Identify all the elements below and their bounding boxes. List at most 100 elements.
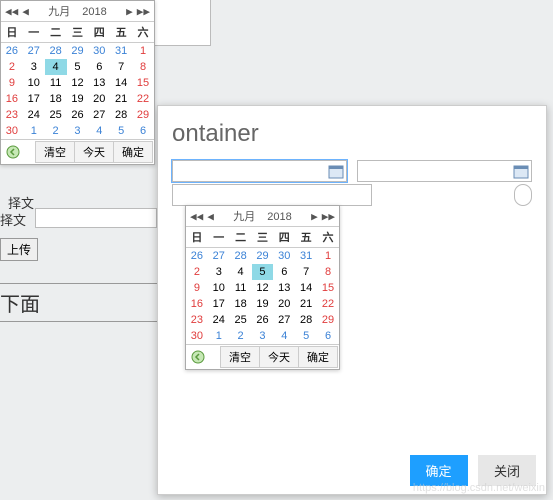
today-button[interactable]: 今天 bbox=[74, 141, 114, 163]
dp-title[interactable]: 九月2018 bbox=[31, 3, 124, 19]
day-cell[interactable]: 10 bbox=[208, 280, 230, 296]
next-year-button[interactable]: ▶▶ bbox=[320, 210, 337, 223]
day-cell[interactable]: 24 bbox=[23, 107, 45, 123]
back-icon[interactable] bbox=[190, 349, 206, 365]
day-cell[interactable]: 5 bbox=[110, 123, 132, 139]
day-cell[interactable]: 30 bbox=[88, 43, 110, 60]
day-cell[interactable]: 8 bbox=[317, 264, 339, 280]
day-cell[interactable]: 11 bbox=[45, 75, 67, 91]
day-cell[interactable]: 18 bbox=[45, 91, 67, 107]
date-input-2[interactable] bbox=[357, 160, 532, 182]
dp-ok-button[interactable]: 确定 bbox=[298, 346, 338, 368]
prev-year-button[interactable]: ◀◀ bbox=[3, 5, 20, 18]
next-year-button[interactable]: ▶▶ bbox=[135, 5, 152, 18]
day-cell[interactable]: 17 bbox=[208, 296, 230, 312]
day-cell[interactable]: 4 bbox=[230, 264, 252, 280]
day-cell[interactable]: 2 bbox=[186, 264, 208, 280]
day-cell[interactable]: 21 bbox=[110, 91, 132, 107]
day-cell[interactable]: 7 bbox=[295, 264, 317, 280]
day-cell[interactable]: 20 bbox=[88, 91, 110, 107]
day-cell[interactable]: 31 bbox=[295, 248, 317, 265]
day-cell[interactable]: 16 bbox=[186, 296, 208, 312]
day-cell[interactable]: 30 bbox=[273, 248, 295, 265]
day-cell[interactable]: 3 bbox=[23, 59, 45, 75]
clear-button[interactable]: 清空 bbox=[220, 346, 260, 368]
day-cell[interactable]: 19 bbox=[67, 91, 89, 107]
day-cell[interactable]: 2 bbox=[45, 123, 67, 139]
day-cell[interactable]: 6 bbox=[88, 59, 110, 75]
day-cell[interactable]: 1 bbox=[208, 328, 230, 344]
day-cell[interactable]: 13 bbox=[273, 280, 295, 296]
day-cell[interactable]: 15 bbox=[132, 75, 154, 91]
day-cell[interactable]: 23 bbox=[1, 107, 23, 123]
prev-year-button[interactable]: ◀◀ bbox=[188, 210, 205, 223]
day-cell[interactable]: 4 bbox=[88, 123, 110, 139]
day-cell[interactable]: 3 bbox=[252, 328, 274, 344]
back-icon[interactable] bbox=[5, 144, 21, 160]
day-cell[interactable]: 6 bbox=[132, 123, 154, 139]
day-cell[interactable]: 5 bbox=[67, 59, 89, 75]
day-cell[interactable]: 22 bbox=[132, 91, 154, 107]
day-cell[interactable]: 11 bbox=[230, 280, 252, 296]
day-cell[interactable]: 14 bbox=[110, 75, 132, 91]
close-button[interactable]: 关闭 bbox=[478, 455, 536, 486]
day-cell[interactable]: 29 bbox=[132, 107, 154, 123]
day-cell[interactable]: 3 bbox=[208, 264, 230, 280]
day-cell[interactable]: 21 bbox=[295, 296, 317, 312]
day-cell[interactable]: 7 bbox=[110, 59, 132, 75]
day-cell[interactable]: 27 bbox=[273, 312, 295, 328]
clear-button[interactable]: 清空 bbox=[35, 141, 75, 163]
day-cell[interactable]: 6 bbox=[273, 264, 295, 280]
day-cell[interactable]: 13 bbox=[88, 75, 110, 91]
day-cell[interactable]: 2 bbox=[230, 328, 252, 344]
day-cell[interactable]: 25 bbox=[230, 312, 252, 328]
dp-ok-button[interactable]: 确定 bbox=[113, 141, 153, 163]
day-cell[interactable]: 26 bbox=[186, 248, 208, 265]
day-cell[interactable]: 29 bbox=[317, 312, 339, 328]
day-cell[interactable]: 12 bbox=[252, 280, 274, 296]
date-input-3[interactable] bbox=[172, 184, 372, 206]
ok-button[interactable]: 确定 bbox=[410, 455, 468, 486]
day-cell[interactable]: 5 bbox=[252, 264, 274, 280]
day-cell[interactable]: 28 bbox=[295, 312, 317, 328]
round-icon[interactable] bbox=[514, 184, 532, 206]
day-cell[interactable]: 26 bbox=[252, 312, 274, 328]
day-cell[interactable]: 27 bbox=[88, 107, 110, 123]
day-cell[interactable]: 16 bbox=[1, 91, 23, 107]
day-cell[interactable]: 1 bbox=[132, 43, 154, 60]
day-cell[interactable]: 28 bbox=[230, 248, 252, 265]
day-cell[interactable]: 26 bbox=[1, 43, 23, 60]
day-cell[interactable]: 26 bbox=[67, 107, 89, 123]
prev-month-button[interactable]: ◀ bbox=[20, 5, 31, 18]
upload-button[interactable]: 上传 bbox=[0, 238, 38, 261]
day-cell[interactable]: 12 bbox=[67, 75, 89, 91]
day-cell[interactable]: 8 bbox=[132, 59, 154, 75]
calendar-icon[interactable] bbox=[328, 163, 344, 179]
day-cell[interactable]: 27 bbox=[208, 248, 230, 265]
day-cell[interactable]: 29 bbox=[67, 43, 89, 60]
day-cell[interactable]: 3 bbox=[67, 123, 89, 139]
day-cell[interactable]: 30 bbox=[1, 123, 23, 139]
day-cell[interactable]: 6 bbox=[317, 328, 339, 344]
day-cell[interactable]: 15 bbox=[317, 280, 339, 296]
day-cell[interactable]: 27 bbox=[23, 43, 45, 60]
day-cell[interactable]: 20 bbox=[273, 296, 295, 312]
day-cell[interactable]: 9 bbox=[1, 75, 23, 91]
day-cell[interactable]: 9 bbox=[186, 280, 208, 296]
bg-input-2[interactable] bbox=[35, 208, 157, 228]
day-cell[interactable]: 10 bbox=[23, 75, 45, 91]
day-cell[interactable]: 5 bbox=[295, 328, 317, 344]
day-cell[interactable]: 14 bbox=[295, 280, 317, 296]
day-cell[interactable]: 24 bbox=[208, 312, 230, 328]
day-cell[interactable]: 28 bbox=[110, 107, 132, 123]
today-button[interactable]: 今天 bbox=[259, 346, 299, 368]
day-cell[interactable]: 29 bbox=[252, 248, 274, 265]
day-cell[interactable]: 31 bbox=[110, 43, 132, 60]
day-cell[interactable]: 1 bbox=[23, 123, 45, 139]
day-cell[interactable]: 4 bbox=[273, 328, 295, 344]
calendar-icon[interactable] bbox=[513, 163, 529, 179]
next-month-button[interactable]: ▶ bbox=[309, 210, 320, 223]
prev-month-button[interactable]: ◀ bbox=[205, 210, 216, 223]
next-month-button[interactable]: ▶ bbox=[124, 5, 135, 18]
day-cell[interactable]: 17 bbox=[23, 91, 45, 107]
